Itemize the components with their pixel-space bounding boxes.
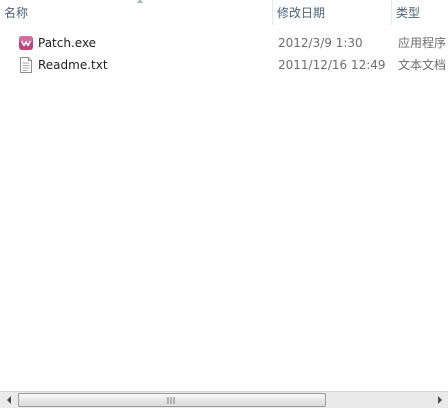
file-type: 应用程序 [398, 36, 447, 50]
arrow-right-icon [437, 396, 442, 404]
sort-ascending-icon [137, 0, 143, 3]
file-name: Patch.exe [38, 36, 97, 50]
scrollbar-thumb[interactable] [18, 393, 326, 407]
application-icon [19, 36, 33, 50]
grip-icon [167, 397, 175, 404]
arrow-left-icon [6, 396, 11, 404]
column-header-bar: 名称 修改日期 类型 [0, 0, 448, 25]
file-row[interactable]: Readme.txt 2011/12/16 12:49 文本文档 [0, 54, 448, 76]
file-date-modified: 2012/3/9 1:30 [278, 36, 363, 50]
file-row[interactable]: Patch.exe 2012/3/9 1:30 应用程序 [0, 32, 448, 54]
file-date-modified: 2011/12/16 12:49 [278, 58, 386, 72]
file-list: Patch.exe 2012/3/9 1:30 应用程序 Readme.txt … [0, 32, 448, 76]
file-name: Readme.txt [38, 58, 108, 72]
scroll-left-button[interactable] [0, 392, 17, 408]
column-header-type[interactable]: 类型 [392, 0, 448, 25]
column-header-date-modified[interactable]: 修改日期 [273, 0, 391, 25]
file-list-pane: 名称 修改日期 类型 Patch.exe 2012/3/9 1:30 应用程序 [0, 0, 448, 408]
text-document-icon [20, 57, 32, 73]
horizontal-scrollbar[interactable] [0, 391, 448, 408]
scroll-right-button[interactable] [431, 392, 448, 408]
file-type: 文本文档 [398, 58, 447, 72]
